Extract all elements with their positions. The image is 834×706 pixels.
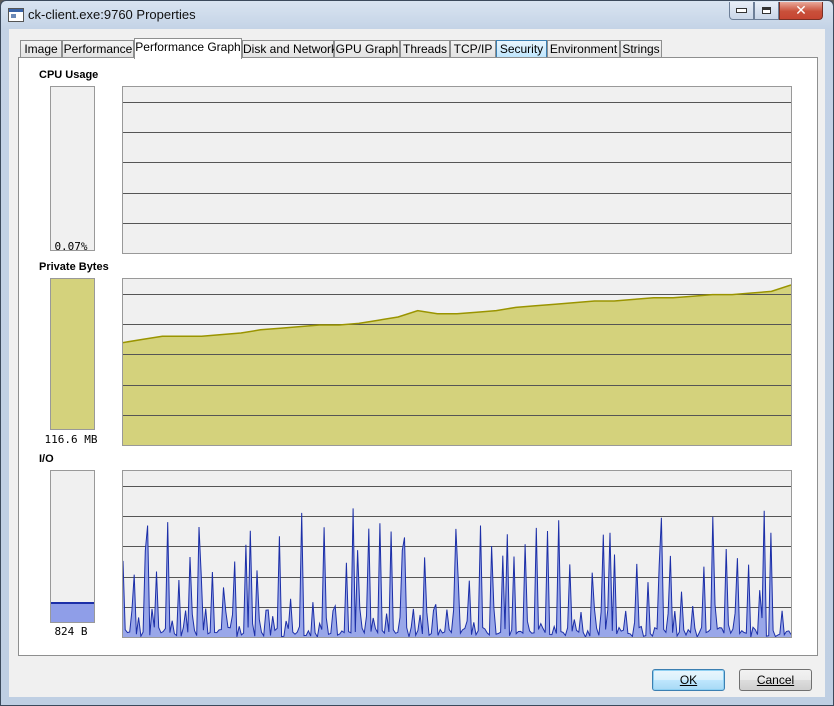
minimize-icon — [736, 8, 747, 13]
tab-security[interactable]: Security — [496, 40, 547, 57]
close-icon: ✕ — [795, 2, 807, 19]
io-graph-canvas — [123, 486, 791, 637]
cpu-usage-label: CPU Usage — [39, 69, 99, 81]
tab-environment[interactable]: Environment — [547, 40, 620, 57]
private-bytes-label: Private Bytes — [39, 261, 109, 273]
private-bytes-area — [123, 285, 791, 445]
tab-image[interactable]: Image — [20, 40, 62, 57]
private-bytes-meter-fill — [51, 279, 94, 429]
cpu-usage-graph — [122, 86, 792, 254]
tab-gpu-graph[interactable]: GPU Graph — [334, 40, 400, 57]
dialog-client-area: Image Performance Performance Graph Disk… — [9, 29, 825, 697]
maximize-icon — [762, 7, 771, 14]
private-bytes-graph-canvas — [123, 284, 791, 445]
private-bytes-value: 116.6 MB — [44, 433, 98, 446]
tab-strip: Image Performance Performance Graph Disk… — [20, 38, 820, 59]
io-meter-fill — [51, 601, 94, 622]
tab-strings[interactable]: Strings — [620, 40, 662, 57]
performance-graph-panel: CPU Usage 0.07% Private Bytes 116.6 MB I… — [18, 57, 818, 656]
cpu-usage-value: 0.07% — [54, 240, 88, 253]
tab-threads[interactable]: Threads — [400, 40, 450, 57]
io-area — [123, 508, 791, 637]
cancel-button-label: Cancel — [756, 673, 795, 687]
io-label: I/O — [39, 453, 54, 465]
cancel-button[interactable]: Cancel — [739, 669, 812, 691]
ok-button-label: OK — [679, 673, 698, 687]
tab-tcp-ip[interactable]: TCP/IP — [450, 40, 496, 57]
cpu-usage-meter — [50, 86, 95, 251]
tab-performance-graph[interactable]: Performance Graph — [134, 38, 242, 59]
cpu-usage-graph-canvas — [123, 102, 791, 224]
minimize-button[interactable] — [729, 2, 754, 20]
io-graph — [122, 470, 792, 638]
window-title: ck-client.exe:9760 Properties — [28, 7, 196, 22]
title-bar[interactable]: ck-client.exe:9760 Properties ✕ — [1, 1, 833, 29]
window-app-icon[interactable] — [8, 8, 24, 22]
tab-performance[interactable]: Performance — [62, 40, 134, 57]
io-value: 824 B — [54, 625, 88, 638]
maximize-button[interactable] — [754, 2, 779, 20]
properties-window: ck-client.exe:9760 Properties ✕ Image Pe… — [0, 0, 834, 706]
tab-disk-and-network[interactable]: Disk and Network — [242, 40, 337, 57]
ok-button[interactable]: OK — [652, 669, 725, 691]
private-bytes-graph — [122, 278, 792, 446]
private-bytes-meter — [50, 278, 95, 430]
io-meter — [50, 470, 95, 623]
close-button[interactable]: ✕ — [779, 2, 823, 20]
